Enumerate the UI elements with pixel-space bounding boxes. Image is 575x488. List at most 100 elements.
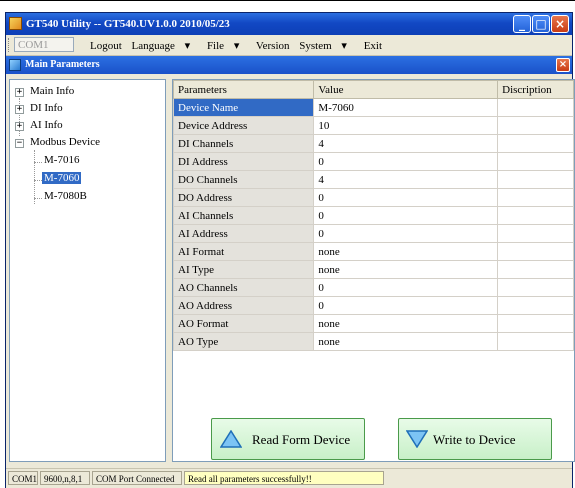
- menu-language[interactable]: Language ▾: [132, 40, 198, 52]
- param-name-cell[interactable]: Device Name: [172, 98, 315, 117]
- tree-connector: [34, 180, 42, 181]
- table-row[interactable]: AI Type none: [172, 260, 574, 279]
- menu-file[interactable]: File ▾: [207, 40, 246, 52]
- param-value-cell[interactable]: 0: [313, 152, 499, 171]
- param-description-cell[interactable]: [497, 314, 574, 333]
- param-description-cell[interactable]: [497, 332, 574, 351]
- down-arrow-icon: [406, 430, 428, 448]
- tree-item-di-info[interactable]: + DI Info: [15, 102, 63, 114]
- param-description-cell[interactable]: [497, 242, 574, 261]
- param-description-cell[interactable]: [497, 224, 574, 243]
- param-value-cell[interactable]: 10: [313, 116, 499, 135]
- toolbar-grip[interactable]: [8, 38, 12, 52]
- param-value-cell[interactable]: 0: [313, 278, 499, 297]
- param-description-cell[interactable]: [497, 260, 574, 279]
- param-value-cell[interactable]: none: [313, 260, 499, 279]
- param-name-cell[interactable]: AO Type: [172, 332, 315, 351]
- param-value-cell[interactable]: 0: [313, 188, 499, 207]
- expand-icon[interactable]: +: [15, 105, 24, 114]
- column-header-description[interactable]: Discription: [497, 80, 574, 99]
- param-name-cell[interactable]: AI Channels: [172, 206, 315, 225]
- tree-item-label: DI Info: [30, 102, 63, 114]
- table-row[interactable]: Device Name M-7060: [172, 98, 574, 117]
- table-row[interactable]: AI Address 0: [172, 224, 574, 243]
- table-row[interactable]: DO Channels 4: [172, 170, 574, 189]
- param-description-cell[interactable]: [497, 116, 574, 135]
- param-value-cell[interactable]: none: [313, 314, 499, 333]
- tree-child-m7060[interactable]: M-7060: [42, 172, 82, 184]
- chevron-down-icon: ▾: [184, 40, 191, 52]
- table-row[interactable]: AO Channels 0: [172, 278, 574, 297]
- param-name-cell[interactable]: AO Format: [172, 314, 315, 333]
- menu-system[interactable]: System ▾: [299, 40, 354, 52]
- param-name-cell[interactable]: DI Channels: [172, 134, 315, 153]
- param-value-cell[interactable]: 0: [313, 296, 499, 315]
- status-port: COM1: [8, 471, 38, 485]
- param-description-cell[interactable]: [497, 278, 574, 297]
- param-name-cell[interactable]: AI Format: [172, 242, 315, 261]
- com-port-combo[interactable]: COM1: [14, 37, 74, 52]
- expand-icon[interactable]: +: [15, 88, 24, 97]
- subwindow-title: Main Parameters: [25, 59, 100, 70]
- maximize-button[interactable]: □: [532, 15, 550, 33]
- write-to-device-button[interactable]: Write to Device: [398, 418, 552, 460]
- top-border: [0, 0, 575, 6]
- table-row[interactable]: Device Address 10: [172, 116, 574, 135]
- tree-connector: [34, 150, 35, 204]
- tree-child-m7080b[interactable]: M-7080B: [44, 190, 87, 202]
- param-name-cell[interactable]: DO Address: [172, 188, 315, 207]
- chevron-down-icon: ▾: [341, 40, 347, 52]
- menu-items: Logout Language ▾ File ▾ Version System …: [90, 39, 389, 52]
- param-value-cell[interactable]: 4: [313, 170, 499, 189]
- param-name-cell[interactable]: AI Address: [172, 224, 315, 243]
- expand-icon[interactable]: +: [15, 122, 24, 131]
- param-description-cell[interactable]: [497, 296, 574, 315]
- tree-item-label: AI Info: [30, 119, 63, 131]
- param-name-cell[interactable]: AO Address: [172, 296, 315, 315]
- table-row[interactable]: DO Address 0: [172, 188, 574, 207]
- param-description-cell[interactable]: [497, 206, 574, 225]
- subwindow-title-bar: Main Parameters ×: [6, 56, 572, 74]
- tree-child-m7016[interactable]: M-7016: [44, 154, 79, 166]
- param-name-cell[interactable]: AI Type: [172, 260, 315, 279]
- param-description-cell[interactable]: [497, 98, 574, 117]
- param-value-cell[interactable]: none: [313, 332, 499, 351]
- table-row[interactable]: AO Type none: [172, 332, 574, 351]
- tree-connector: [34, 162, 42, 163]
- menu-exit[interactable]: Exit: [364, 40, 382, 52]
- tree-item-ai-info[interactable]: + AI Info: [15, 119, 63, 131]
- tree-item-main-info[interactable]: + Main Info: [15, 85, 74, 97]
- param-name-cell[interactable]: DI Address: [172, 152, 315, 171]
- column-header-value[interactable]: Value: [313, 80, 499, 99]
- param-value-cell[interactable]: M-7060: [313, 98, 499, 117]
- column-header-parameters[interactable]: Parameters: [172, 80, 315, 99]
- param-description-cell[interactable]: [497, 170, 574, 189]
- read-from-device-button[interactable]: Read Form Device: [211, 418, 365, 460]
- param-value-cell[interactable]: 0: [313, 206, 499, 225]
- param-value-cell[interactable]: none: [313, 242, 499, 261]
- collapse-icon[interactable]: −: [15, 139, 24, 148]
- param-value-cell[interactable]: 4: [313, 134, 499, 153]
- param-description-cell[interactable]: [497, 134, 574, 153]
- write-button-label: Write to Device: [433, 432, 516, 447]
- table-row[interactable]: AI Channels 0: [172, 206, 574, 225]
- table-row[interactable]: DI Address 0: [172, 152, 574, 171]
- minimize-button[interactable]: _: [513, 15, 531, 33]
- tree-item-modbus-device[interactable]: − Modbus Device: [15, 136, 100, 148]
- param-name-cell[interactable]: AO Channels: [172, 278, 315, 297]
- param-value-cell[interactable]: 0: [313, 224, 499, 243]
- table-row[interactable]: AO Format none: [172, 314, 574, 333]
- subwindow-close-button[interactable]: ×: [556, 58, 570, 72]
- menu-logout[interactable]: Logout: [90, 40, 122, 52]
- table-row[interactable]: AI Format none: [172, 242, 574, 261]
- table-row[interactable]: AO Address 0: [172, 296, 574, 315]
- param-name-cell[interactable]: DO Channels: [172, 170, 315, 189]
- parameters-grid: Parameters Value Discription Device Name…: [172, 79, 575, 462]
- window-title: GT540 Utility -- GT540.UV1.0.0 2010/05/2…: [26, 18, 230, 30]
- close-button[interactable]: ×: [551, 15, 569, 33]
- menu-version[interactable]: Version: [256, 40, 290, 52]
- table-row[interactable]: DI Channels 4: [172, 134, 574, 153]
- param-description-cell[interactable]: [497, 188, 574, 207]
- param-description-cell[interactable]: [497, 152, 574, 171]
- param-name-cell[interactable]: Device Address: [172, 116, 315, 135]
